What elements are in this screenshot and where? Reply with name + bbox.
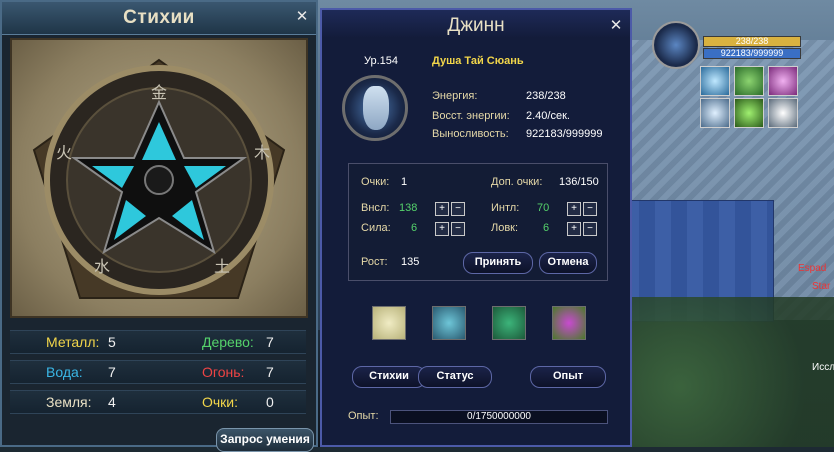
water-glyph: 水 [94,257,110,276]
attr-sila-value: 6 [411,222,418,234]
djinn-portrait [342,75,408,141]
experience-label: Опыт: [348,410,379,422]
attr-intl-plus-button[interactable]: + [567,202,581,216]
attr-lovk-value: 6 [543,222,550,234]
metal-glyph: 金 [151,83,167,102]
earth-glyph: 土 [214,257,230,276]
tab-experience-button[interactable]: Опыт [530,366,606,388]
elements-diagram-parchment: 金 木 火 土 水 [10,38,308,318]
attr-vnsl-minus-button[interactable]: − [451,202,465,216]
attr-lovk-plus-button[interactable]: + [567,222,581,236]
mp-bar: 922183/999999 [703,48,801,59]
buff-icon-2[interactable] [734,66,764,96]
hp-bar: 238/238 [703,36,801,47]
earth-value: 4 [108,394,116,410]
earth-label: Земля: [46,394,92,410]
request-skill-button[interactable]: Запрос умения [216,428,314,452]
djinn-window-header: Джинн ✕ [322,10,630,38]
experience-value: 0/1750000000 [467,411,531,422]
water-value: 7 [108,364,116,380]
energy-label: Энергия: [432,90,478,102]
djinn-level: Ур.154 [364,55,399,67]
growth-label: Рост: [361,256,388,268]
water-label: Вода: [46,364,83,380]
accept-button[interactable]: Принять [463,252,533,274]
elements-close-icon[interactable]: ✕ [294,9,310,25]
stamina-value: 922183/999999 [526,128,603,140]
experience-tab-icon[interactable] [492,306,526,340]
player-status-bars: 238/238 922183/999999 [703,36,801,59]
djinn-window: Джинн ✕ Ур.154 Душа Тай Сюань Энергия: 2… [320,8,632,447]
bonus-tab-icon[interactable] [552,306,586,340]
element-points-label: Очки: [202,394,239,410]
attribute-points-box: Очки: 1 Доп. очки: 136/150 Внсл: 138 + −… [348,163,608,281]
wood-label: Дерево: [202,334,254,350]
elements-window-title: Стихии [123,7,195,28]
mp-text: 922183/999999 [720,48,784,58]
energy-regen-label: Восст. энергии: [432,110,510,122]
fire-label: Огонь: [202,364,245,380]
tab-status-button[interactable]: Статус [418,366,492,388]
extra-points-value: 136/150 [559,176,599,188]
djinn-window-title: Джинн [447,15,505,36]
player-name-tag-2[interactable]: Star [812,281,830,292]
elements-window-header: Стихии ✕ [2,2,316,35]
attr-intl-label: Интл: [491,202,520,214]
attr-intl-minus-button[interactable]: − [583,202,597,216]
cancel-button[interactable]: Отмена [539,252,597,274]
stats-row-water-fire: Вода: 7 Огонь: 7 [10,360,306,384]
elements-tab-icon[interactable] [372,306,406,340]
status-tab-icon[interactable] [432,306,466,340]
metal-value: 5 [108,334,116,350]
buff-icon-3[interactable] [768,66,798,96]
points-label: Очки: [361,176,390,188]
player-name-tag-1[interactable]: Espad [798,263,826,274]
buff-icon-4[interactable] [700,98,730,128]
grass-ground [614,297,834,447]
experience-bar: 0/1750000000 [390,410,608,424]
djinn-soul-name: Душа Тай Сюань [432,55,524,67]
player-portrait[interactable] [652,21,700,69]
tab-elements-button[interactable]: Стихии [352,366,426,388]
fire-value: 7 [266,364,274,380]
wood-glyph: 木 [254,143,270,162]
buff-icon-6[interactable] [768,98,798,128]
growth-value: 135 [401,256,420,268]
attr-vnsl-value: 138 [399,202,418,214]
attr-vnsl-label: Внсл: [361,202,390,214]
element-points-value: 0 [266,394,274,410]
djinn-close-icon[interactable]: ✕ [608,18,624,34]
energy-regen-value: 2.40/сек. [526,110,570,122]
stamina-label: Выносливость: [432,128,509,140]
buff-icon-1[interactable] [700,66,730,96]
metal-label: Металл: [46,334,100,350]
attr-lovk-label: Ловк: [491,222,519,234]
stats-row-metal-wood: Металл: 5 Дерево: 7 [10,330,306,354]
attr-vnsl-plus-button[interactable]: + [435,202,449,216]
attr-intl-value: 70 [537,202,550,214]
buff-icon-5[interactable] [734,98,764,128]
player-name-tag-3[interactable]: Иссл [812,362,834,373]
attr-sila-label: Сила: [361,222,391,234]
extra-points-label: Доп. очки: [491,176,543,188]
hp-text: 238/238 [735,36,769,46]
elements-pentagram-diagram: 金 木 火 土 水 [32,58,286,299]
points-value: 1 [401,176,408,188]
center-node [144,165,174,195]
attr-lovk-minus-button[interactable]: − [583,222,597,236]
wood-value: 7 [266,334,274,350]
stats-row-earth-points: Земля: 4 Очки: 0 [10,390,306,414]
attr-sila-plus-button[interactable]: + [435,222,449,236]
energy-value: 238/238 [526,90,566,102]
djinn-portrait-face [363,86,389,130]
attr-sila-minus-button[interactable]: − [451,222,465,236]
fire-glyph: 火 [56,143,72,162]
